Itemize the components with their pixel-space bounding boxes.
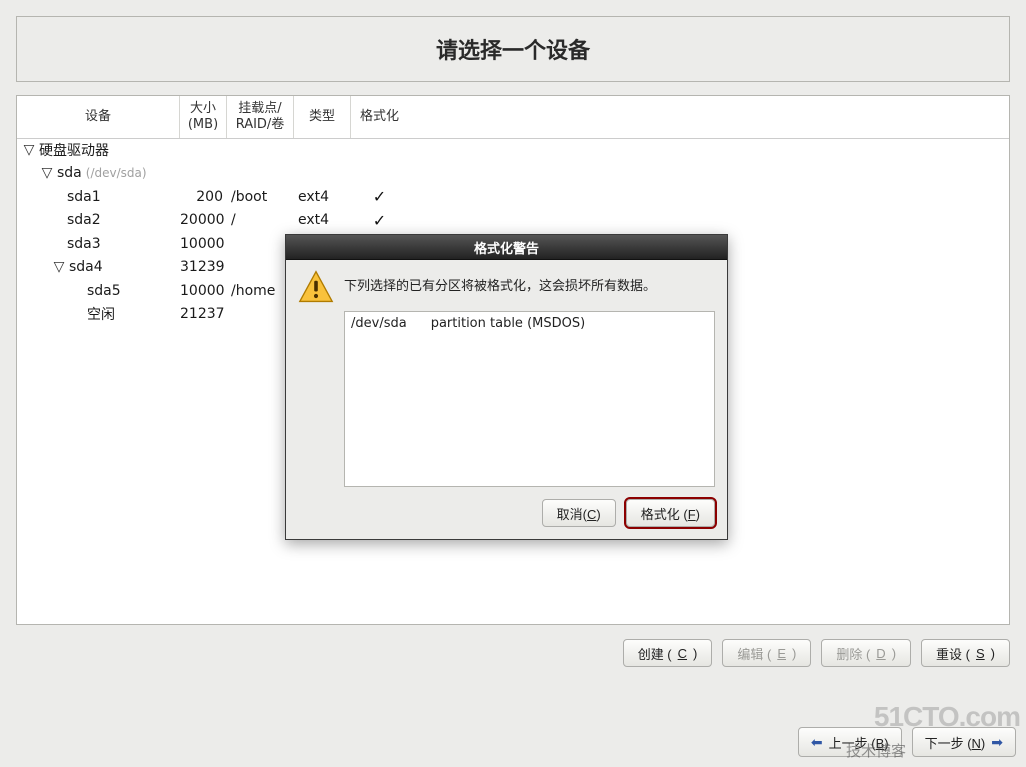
disk-name: sda [57,165,82,181]
expander-icon[interactable]: ▽ [53,259,65,275]
wizard-nav: ⬅ 上一步 (B) 下一步 (N) ➡ [798,727,1016,759]
expander-icon[interactable]: ▽ [23,142,35,158]
back-button[interactable]: ⬅ 上一步 (B) [798,727,902,757]
delete-button: 删除 (D) [821,639,911,667]
cancel-button[interactable]: 取消(C) [542,499,616,527]
arrow-right-icon: ➡ [991,734,1003,751]
format-warning-dialog: 格式化警告 下列选择的已有分区将被格式化，这会损坏所有数据。 /dev/sda … [285,234,728,540]
device-list[interactable]: /dev/sda partition table (MSDOS) [344,311,715,487]
dialog-title: 格式化警告 [286,235,727,260]
dialog-message: 下列选择的已有分区将被格式化，这会损坏所有数据。 [344,269,656,294]
table-row[interactable]: sda2 20000 / ext4 ✓ [17,209,1009,233]
check-icon: ✓ [373,211,386,230]
format-button[interactable]: 格式化 (F) [626,499,715,527]
device-path: /dev/sda [351,316,407,331]
disk-path: (/dev/sda) [86,166,147,180]
expander-icon[interactable]: ▽ [41,165,53,181]
reset-button[interactable]: 重设 (S) [921,639,1010,667]
next-button[interactable]: 下一步 (N) ➡ [912,727,1016,757]
col-device[interactable]: 设备 [17,96,180,138]
root-label: 硬盘驱动器 [39,140,109,160]
col-type[interactable]: 类型 [294,96,351,138]
table-row[interactable]: sda1 200 /boot ext4 ✓ [17,185,1009,209]
tree-root[interactable]: ▽ 硬盘驱动器 [17,138,1009,162]
col-size[interactable]: 大小 (MB) [180,96,227,138]
create-button[interactable]: 创建 (C) [623,639,713,667]
col-format[interactable]: 格式化 [351,96,408,138]
list-item[interactable]: /dev/sda partition table (MSDOS) [351,316,708,331]
device-detail: partition table (MSDOS) [431,316,585,331]
arrow-left-icon: ⬅ [811,734,823,751]
table-header: 设备 大小 (MB) 挂载点/ RAID/卷 类型 格式化 [17,96,1009,139]
page-title: 请选择一个设备 [16,16,1010,82]
disk-row[interactable]: ▽ sda (/dev/sda) [17,162,1009,186]
edit-button: 编辑 (E) [722,639,811,667]
check-icon: ✓ [373,187,386,206]
warning-icon [298,269,334,305]
action-bar: 创建 (C) 编辑 (E) 删除 (D) 重设 (S) [16,635,1010,671]
col-mount[interactable]: 挂载点/ RAID/卷 [227,96,294,138]
